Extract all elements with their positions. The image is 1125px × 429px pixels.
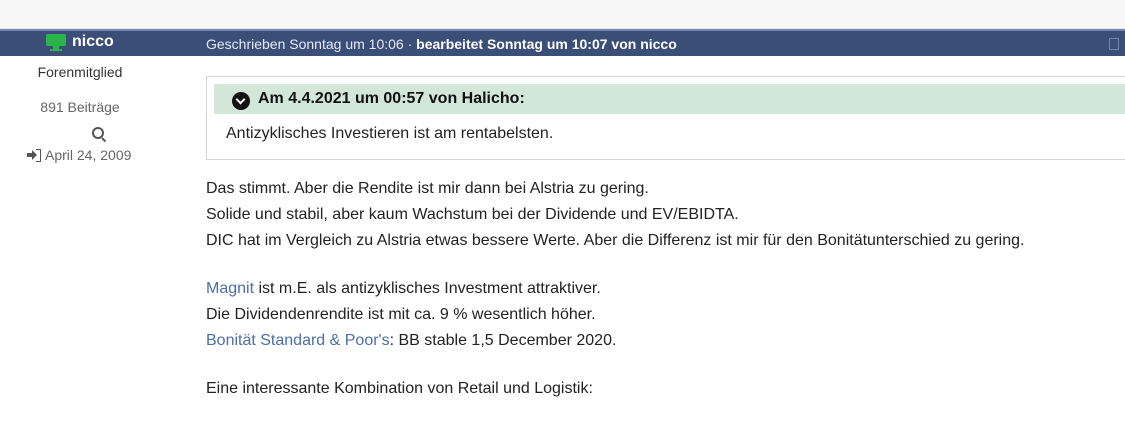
text-line: Solide und stabil, aber kaum Wachstum be…	[206, 206, 739, 223]
text-fragment: ist m.E. als antizyklisches Investment a…	[254, 280, 601, 297]
monitor-icon	[46, 33, 66, 51]
quote-header[interactable]: Am 4.4.2021 um 00:57 von Halicho:	[214, 84, 1125, 114]
sp-rating-link[interactable]: Bonität Standard & Poor's	[206, 332, 390, 349]
text-line: DIC hat im Vergleich zu Alstria etwas be…	[206, 232, 1025, 249]
author-posts-count: 891 Beiträge	[40, 99, 120, 115]
author-rank: Forenmitglied	[37, 64, 123, 80]
post-meta: Geschrieben Sonntag um 10:06 · bearbeite…	[206, 36, 677, 52]
post-date: Geschrieben Sonntag um 10:06 ·	[206, 36, 417, 52]
post-content: Das stimmt. Aber die Rendite ist mir dan…	[206, 176, 1024, 402]
text-line: Magnit ist m.E. als antizyklisches Inves…	[206, 276, 1024, 302]
author-name[interactable]: nicco	[72, 33, 114, 51]
joined-date: April 24, 2009	[45, 147, 132, 163]
text-line: Eine interessante Kombination von Retail…	[206, 380, 593, 397]
quote-title: Am 4.4.2021 um 00:57 von Halicho:	[258, 90, 525, 107]
edit-note: bearbeitet Sonntag um 10:07 von nicco	[416, 36, 677, 52]
text-fragment: : BB stable 1,5 December 2020.	[389, 332, 617, 349]
author-block: nicco	[46, 33, 114, 51]
quote-text: Antizyklisches Investieren ist am rentab…	[226, 125, 554, 142]
post-link-icon[interactable]	[1109, 38, 1119, 50]
magnit-link[interactable]: Magnit	[206, 280, 254, 297]
top-bar	[0, 0, 1125, 29]
author-actions	[55, 126, 107, 143]
quote-block: Am 4.4.2021 um 00:57 von Halicho: Antizy…	[206, 76, 1125, 160]
envelope-icon[interactable]	[55, 126, 71, 140]
text-line: Das stimmt. Aber die Rendite ist mir dan…	[206, 180, 649, 197]
sign-in-icon	[27, 149, 41, 162]
search-icon[interactable]	[91, 126, 107, 143]
text-line: Die Dividendenrendite ist mit ca. 9 % we…	[206, 306, 596, 323]
author-joined: April 24, 2009	[27, 147, 131, 163]
chevron-down-circle-icon[interactable]	[232, 92, 250, 110]
post-header: nicco Geschrieben Sonntag um 10:06 · bea…	[0, 29, 1125, 56]
text-line: Bonität Standard & Poor's: BB stable 1,5…	[206, 328, 1024, 354]
